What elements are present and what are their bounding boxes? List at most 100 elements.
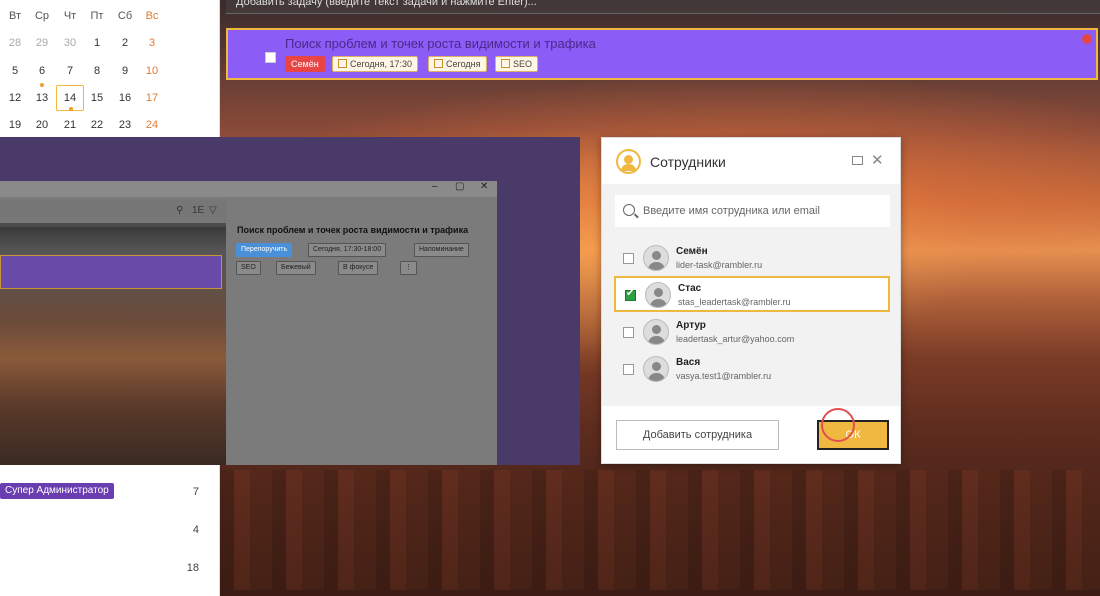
employee-name: Семён <box>676 246 708 257</box>
add-employee-button[interactable]: Добавить сотрудника <box>616 420 779 450</box>
calendar-day[interactable]: 6 <box>28 61 56 87</box>
calendar-day-today[interactable]: 14 <box>56 85 84 111</box>
filter-icon[interactable]: ▽ <box>209 205 217 216</box>
embedded-task-row[interactable] <box>0 255 222 289</box>
calendar-day[interactable]: 2 <box>111 33 139 53</box>
date-tag[interactable]: Сегодня <box>428 56 487 72</box>
employee-checkbox[interactable] <box>623 253 634 264</box>
date-label: Сегодня <box>446 59 481 69</box>
datetime-tag[interactable]: Сегодня, 17:30 <box>332 56 419 72</box>
weekday-label: Чт <box>63 10 77 22</box>
search-icon <box>623 204 635 216</box>
reassign-button[interactable]: Перепоручить <box>236 243 293 257</box>
calendar-day[interactable]: 20 <box>28 115 56 135</box>
employee-name: Вася <box>676 357 701 368</box>
calendar-day[interactable]: 5 <box>1 61 29 81</box>
employee-item[interactable]: Артур leadertask_artur@yahoo.com <box>614 315 890 351</box>
employee-name: Артур <box>676 320 706 331</box>
calendar-day[interactable]: 1 <box>83 33 111 53</box>
embedded-task-title: Поиск проблем и точек роста видимости и … <box>237 225 469 235</box>
add-task-placeholder: Добавить задачу (введите текст задачи и … <box>236 0 537 8</box>
calendar-day[interactable]: 16 <box>111 88 139 108</box>
project-label: SEO <box>513 59 533 69</box>
reminder-button[interactable]: Напоминание <box>414 243 469 257</box>
cursor-highlight <box>821 408 855 442</box>
calendar-day[interactable]: 8 <box>83 61 111 81</box>
avatar <box>643 245 669 271</box>
calendar-day[interactable]: 24 <box>138 115 166 135</box>
calendar-day[interactable]: 10 <box>138 61 166 81</box>
screen-overlay: – ▢ ✕ ⚲ 1E ▽ Поиск проблем и точек роста… <box>0 137 580 465</box>
employee-search-input[interactable]: Введите имя сотрудника или email <box>615 195 890 227</box>
calendar-icon <box>338 59 347 68</box>
close-icon[interactable]: ✕ <box>871 151 884 169</box>
employee-item[interactable]: Вася vasya.test1@rambler.ru <box>614 352 890 388</box>
calendar-day[interactable]: 13 <box>28 88 56 108</box>
calendar-day[interactable]: 22 <box>83 115 111 135</box>
maximize-icon[interactable] <box>852 156 863 165</box>
calendar-week: 19 20 21 22 23 24 <box>0 115 220 135</box>
employee-item-selected[interactable]: Стас stas_leadertask@rambler.ru <box>614 276 890 312</box>
count-badge: 7 <box>192 486 199 498</box>
dialog-title: Сотрудники <box>650 154 726 170</box>
employee-email: stas_leadertask@rambler.ru <box>678 297 791 307</box>
calendar-day[interactable]: 23 <box>111 115 139 135</box>
assignee-tag[interactable]: Семён <box>285 56 325 72</box>
calendar-day[interactable]: 3 <box>138 33 166 53</box>
calendar-week: 28 29 30 1 2 3 <box>0 33 220 53</box>
more-icon[interactable]: ⋮ <box>400 261 417 275</box>
maximize-icon[interactable]: ▢ <box>455 181 464 192</box>
employee-checkbox[interactable] <box>623 364 634 375</box>
calendar-day[interactable]: 19 <box>1 115 29 135</box>
employee-name: Стас <box>678 283 702 294</box>
calendar-day[interactable]: 7 <box>56 61 84 81</box>
task-row[interactable]: Поиск проблем и точек роста видимости и … <box>226 28 1098 80</box>
embedded-task-list: ⚲ 1E ▽ <box>0 199 226 465</box>
minimize-icon[interactable]: – <box>432 181 438 192</box>
focus-button[interactable]: В фокусе <box>338 261 379 275</box>
weekday-label: Ср <box>34 10 50 22</box>
calendar-day[interactable]: 12 <box>1 88 29 108</box>
calendar-day-label: 6 <box>38 65 46 77</box>
task-checkbox[interactable] <box>265 52 276 63</box>
dialog-body: Введите имя сотрудника или email Семён l… <box>602 184 900 406</box>
employee-checkbox[interactable] <box>623 327 634 338</box>
project-tag[interactable]: SEO <box>495 56 539 72</box>
calendar-day[interactable]: 28 <box>1 33 29 53</box>
event-dot-icon <box>69 107 73 111</box>
avatar <box>643 356 669 382</box>
employee-email: vasya.test1@rambler.ru <box>676 371 772 381</box>
event-dot-icon <box>40 83 44 87</box>
avatar <box>643 319 669 345</box>
toolbar-label[interactable]: 1E <box>192 205 204 216</box>
calendar-week: 12 13 14 15 16 17 <box>0 85 220 111</box>
avatar <box>645 282 671 308</box>
calendar-day[interactable]: 30 <box>56 33 84 53</box>
embedded-toolbar: ⚲ 1E ▽ <box>0 199 226 223</box>
calendar-week: 5 6 7 8 9 10 <box>0 61 220 87</box>
calendar-day[interactable]: 17 <box>138 88 166 108</box>
role-badge[interactable]: Супер Администратор <box>0 483 114 499</box>
add-task-input[interactable]: Добавить задачу (введите текст задачи и … <box>226 0 1100 14</box>
datetime-label: Сегодня, 17:30 <box>350 59 413 69</box>
calendar-day-label: 14 <box>63 92 77 104</box>
task-title[interactable]: Поиск проблем и точек роста видимости и … <box>285 36 596 51</box>
search-placeholder: Введите имя сотрудника или email <box>643 205 820 217</box>
project-button[interactable]: SEO <box>236 261 261 275</box>
color-button[interactable]: Бежевый <box>276 261 316 275</box>
close-icon[interactable]: ✕ <box>480 181 488 192</box>
calendar-day[interactable]: 29 <box>28 33 56 53</box>
employee-item[interactable]: Семён lider-task@rambler.ru <box>614 241 890 277</box>
embedded-titlebar: – ▢ ✕ <box>0 181 497 197</box>
employee-checkbox[interactable] <box>625 288 636 301</box>
calendar-day[interactable]: 21 <box>56 115 84 135</box>
calendar-day[interactable]: 15 <box>83 88 111 108</box>
calendar-day[interactable]: 9 <box>111 61 139 81</box>
employee-email: lider-task@rambler.ru <box>676 260 763 270</box>
calendar-icon <box>434 59 443 68</box>
time-button[interactable]: Сегодня, 17:30-18:00 <box>308 243 387 257</box>
close-icon[interactable] <box>1082 34 1092 44</box>
calendar-weekdays: Вт Ср Чт Пт Сб Вс <box>0 6 220 26</box>
search-icon[interactable]: ⚲ <box>176 205 183 216</box>
weekday-label: Вт <box>8 10 21 22</box>
